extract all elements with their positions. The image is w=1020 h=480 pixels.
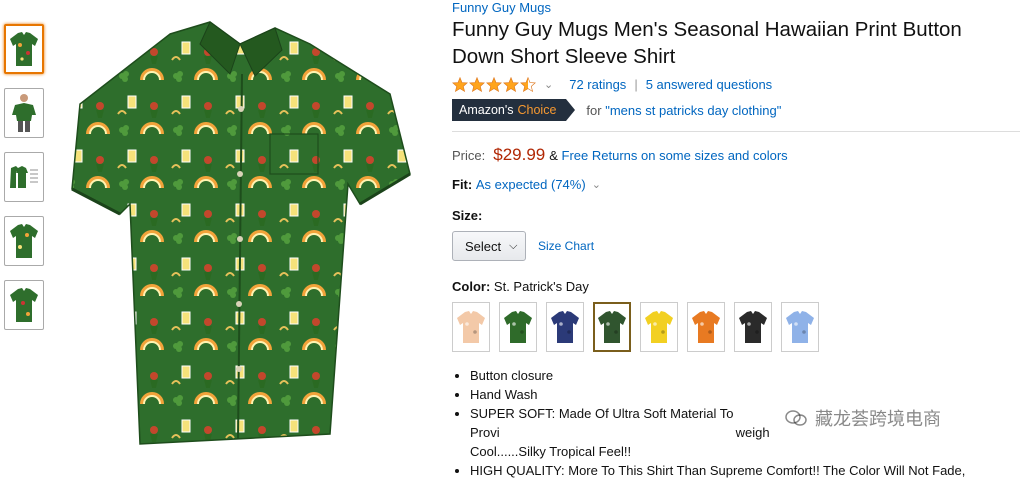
choice-query-link[interactable]: "mens st patricks day clothing"	[605, 103, 781, 118]
color-swatch[interactable]	[593, 302, 631, 352]
color-label: Color:	[452, 279, 491, 294]
color-swatch[interactable]	[687, 302, 725, 352]
chat-logo-icon	[785, 410, 807, 426]
shirt-icon	[786, 311, 814, 343]
size-select[interactable]: Select ⌵	[452, 231, 526, 261]
rating-row: ⌄ 72 ratings | 5 answered questions	[452, 74, 1020, 94]
watermark: 藏龙荟跨境电商	[785, 405, 941, 431]
fit-row: Fit: As expected (74%) ⌄	[452, 177, 1020, 192]
color-swatch[interactable]	[734, 302, 772, 352]
amazons-choice-row: Amazon's Choice for "mens st patricks da…	[452, 99, 1020, 121]
thumbnail-3[interactable]	[4, 152, 44, 202]
price-value: $29.99	[493, 145, 546, 164]
star-rating-icon[interactable]	[452, 76, 536, 92]
fit-label: Fit:	[452, 177, 473, 192]
size-select-value: Select	[465, 238, 502, 254]
thumbnail-4[interactable]	[4, 216, 44, 266]
thumbnail-5[interactable]	[4, 280, 44, 330]
price-row: Price: $29.99 & Free Returns on some siz…	[452, 145, 1020, 165]
shirt-icon	[504, 311, 532, 343]
chevron-down-icon: ⌵	[509, 239, 518, 252]
brand-link[interactable]: Funny Guy Mugs	[452, 0, 1020, 16]
shirt-icon	[598, 311, 626, 343]
amazons-choice-badge[interactable]: Amazon's Choice	[452, 99, 576, 121]
badge-text-b: Choice	[517, 103, 557, 117]
bullet-item: Button closure	[470, 366, 1020, 385]
bullet-text: SUPER SOFT: Made Of Ultra Soft Material …	[470, 406, 734, 440]
shirt-icon	[551, 311, 579, 343]
color-swatch[interactable]	[452, 302, 490, 352]
chevron-down-icon[interactable]: ⌄	[544, 78, 553, 91]
size-label: Size:	[452, 208, 483, 223]
color-label-row: Color: St. Patrick's Day	[452, 279, 1020, 294]
for-label: for	[586, 102, 602, 118]
price-label: Price:	[452, 148, 486, 163]
color-swatch[interactable]	[781, 302, 819, 352]
bullet-text: Cool......Silky Tropical Feel!!	[470, 444, 632, 459]
choice-for-text: for "mens st patricks day clothing"	[586, 103, 781, 118]
thumbnail-2[interactable]	[4, 88, 44, 138]
shirt-icon	[739, 311, 767, 343]
shirt-icon	[457, 311, 485, 343]
color-swatches	[452, 302, 1020, 352]
price-amp: &	[549, 148, 558, 163]
answered-questions-link[interactable]: 5 answered questions	[646, 77, 772, 92]
bullet-item: Hand Wash	[470, 385, 1020, 404]
bullet-text-tail: weigh	[735, 425, 770, 440]
color-swatch[interactable]	[546, 302, 584, 352]
badge-text-a: Amazon's	[459, 103, 514, 117]
divider-line	[452, 131, 1020, 132]
thumbnail-strip	[4, 24, 44, 344]
thumbnail-1[interactable]	[4, 24, 44, 74]
divider: |	[634, 76, 638, 92]
ratings-link[interactable]: 72 ratings	[569, 77, 626, 92]
chevron-down-icon[interactable]: ⌄	[592, 178, 601, 191]
color-swatch[interactable]	[640, 302, 678, 352]
title-line-2: Down Short Sleeve Shirt	[452, 45, 676, 68]
fit-value-link[interactable]: As expected (74%)	[476, 177, 586, 192]
watermark-text: 藏龙荟跨境电商	[815, 409, 941, 429]
color-swatch[interactable]	[499, 302, 537, 352]
free-returns-link[interactable]: Free Returns on some sizes and colors	[562, 148, 788, 163]
color-value: St. Patrick's Day	[493, 279, 589, 294]
shirt-icon	[692, 311, 720, 343]
shirt-icon	[645, 311, 673, 343]
product-title: Funny Guy Mugs Men's Seasonal Hawaiian P…	[452, 16, 1020, 70]
size-chart-link[interactable]: Size Chart	[538, 239, 594, 253]
main-product-image[interactable]	[60, 14, 420, 454]
title-line-1: Funny Guy Mugs Men's Seasonal Hawaiian P…	[452, 18, 962, 41]
size-row: Select ⌵ Size Chart	[452, 231, 1020, 261]
